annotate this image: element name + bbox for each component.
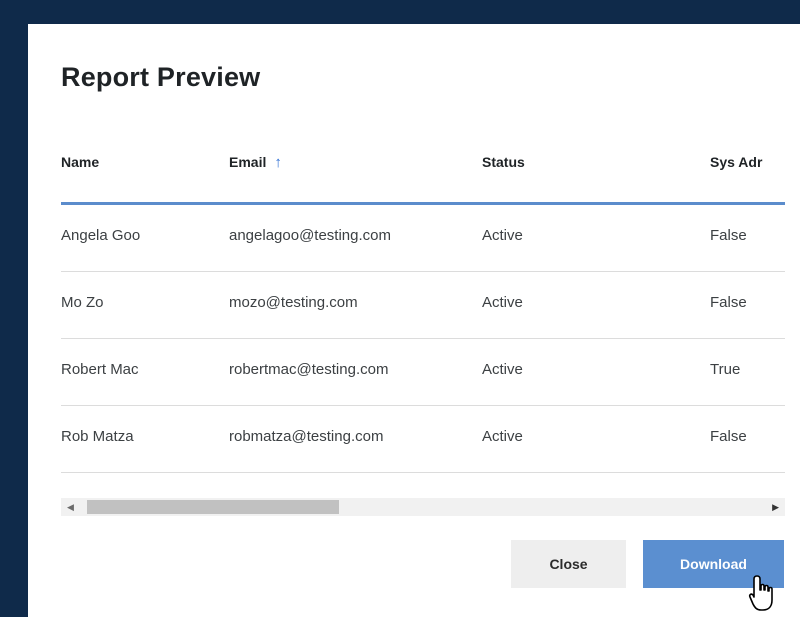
arrow-left-icon[interactable]: ◀ — [67, 501, 74, 513]
report-table: Name Email ↑ Status Sys Adr Angela Goo an… — [61, 136, 785, 498]
column-header-label: Sys Adr — [710, 154, 763, 170]
cell-status: Active — [482, 294, 523, 311]
cell-status: Active — [482, 227, 523, 244]
window-frame-top — [0, 0, 800, 24]
table-row: Robert Mac robertmac@testing.com Active … — [61, 339, 785, 406]
dialog-title: Report Preview — [61, 62, 261, 92]
cell-sys-admin: True — [710, 361, 741, 378]
arrow-up-icon: ↑ — [274, 154, 282, 171]
cell-name: Mo Zo — [61, 294, 104, 311]
table-row: Angela Goo angelagoo@testing.com Active … — [61, 205, 785, 272]
column-header-name[interactable]: Name — [61, 154, 99, 170]
column-header-label: Status — [482, 154, 525, 170]
horizontal-scrollbar[interactable]: ◀ ▶ — [61, 498, 785, 516]
cell-name: Robert Mac — [61, 361, 139, 378]
cell-name: Rob Matza — [61, 428, 134, 445]
cell-status: Active — [482, 361, 523, 378]
column-header-status[interactable]: Status — [482, 154, 525, 170]
cell-email: angelagoo@testing.com — [229, 227, 391, 244]
cell-email: robmatza@testing.com — [229, 428, 384, 445]
column-header-sys-admin[interactable]: Sys Adr — [710, 154, 762, 170]
window-frame-left — [0, 0, 28, 617]
report-preview-dialog: Report Preview Name Email ↑ Status Sys Ad… — [28, 24, 800, 617]
cell-sys-admin: False — [710, 294, 747, 311]
cell-sys-admin: False — [710, 227, 747, 244]
table-row: Mo Zo mozo@testing.com Active False — [61, 272, 785, 339]
table-header: Name Email ↑ Status Sys Adr — [61, 136, 785, 205]
hand-pointer-cursor-icon — [748, 575, 773, 611]
cell-sys-admin: False — [710, 428, 747, 445]
cell-status: Active — [482, 428, 523, 445]
cell-name: Angela Goo — [61, 227, 141, 244]
table-row: Rob Matza robmatza@testing.com Active Fa… — [61, 406, 785, 473]
column-header-label: Email — [229, 154, 267, 170]
cell-email: mozo@testing.com — [229, 294, 358, 311]
close-button[interactable]: Close — [511, 540, 626, 588]
cell-email: robertmac@testing.com — [229, 361, 389, 378]
column-header-label: Name — [61, 154, 100, 170]
scrollbar-thumb[interactable] — [87, 500, 339, 514]
column-header-email[interactable]: Email ↑ — [229, 154, 282, 171]
arrow-right-icon[interactable]: ▶ — [772, 501, 779, 513]
